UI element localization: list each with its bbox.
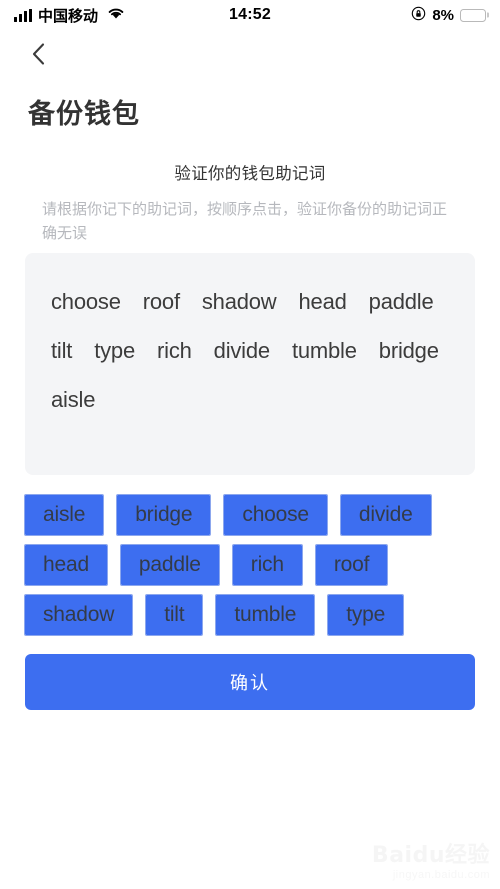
- word-chip[interactable]: shadow: [23, 594, 134, 636]
- word-chip[interactable]: tilt: [145, 594, 204, 636]
- nav-bar: [0, 34, 500, 74]
- word-chip[interactable]: aisle: [23, 494, 105, 536]
- intro-block: 验证你的钱包助记词 请根据你记下的助记词，按顺序点击，验证你备份的助记词正确无误: [42, 160, 458, 245]
- selected-word[interactable]: bridge: [379, 326, 439, 375]
- back-button[interactable]: [18, 36, 58, 72]
- word-chip[interactable]: divide: [339, 494, 432, 536]
- selected-word[interactable]: paddle: [369, 277, 434, 326]
- watermark-title: Baidu经验: [371, 843, 490, 868]
- selected-word[interactable]: shadow: [202, 277, 277, 326]
- battery-percent-label: 8%: [432, 6, 454, 24]
- selected-word[interactable]: tumble: [292, 326, 357, 375]
- selected-word[interactable]: rich: [157, 326, 192, 375]
- word-chip[interactable]: head: [24, 544, 108, 586]
- page-title: 备份钱包: [28, 99, 140, 130]
- wifi-icon: [104, 6, 125, 24]
- status-bar: 中国移动 14:52 8%: [0, 0, 500, 30]
- intro-heading: 验证你的钱包助记词: [174, 164, 326, 183]
- carrier-label: 中国移动: [38, 6, 99, 25]
- signal-bars-icon: [14, 8, 32, 22]
- word-chip[interactable]: tumble: [215, 594, 316, 636]
- word-chip[interactable]: paddle: [119, 544, 220, 586]
- status-bar-right: 8%: [411, 6, 489, 25]
- rotation-lock-icon: [411, 6, 426, 25]
- word-chip[interactable]: roof: [314, 544, 389, 586]
- status-bar-left: 中国移动: [14, 5, 125, 26]
- battery-icon: [460, 8, 489, 22]
- intro-subtitle: 请根据你记下的助记词，按顺序点击，验证你备份的助记词正确无误: [42, 200, 448, 242]
- word-bank: aisle bridge choose divide head paddle rich roo…: [23, 494, 477, 636]
- word-chip[interactable]: rich: [231, 544, 303, 586]
- selected-word[interactable]: head: [299, 277, 347, 326]
- word-chip[interactable]: choose: [223, 494, 328, 536]
- selected-word-list: choose roof shadow head paddle tilt type rich di…: [51, 277, 449, 424]
- selected-word[interactable]: choose: [51, 277, 121, 326]
- selected-word[interactable]: aisle: [51, 375, 95, 424]
- selected-mnemonic-panel: choose roof shadow head paddle tilt type rich di…: [25, 253, 475, 475]
- chevron-left-icon: [32, 43, 44, 65]
- selected-word[interactable]: type: [94, 326, 135, 375]
- word-chip[interactable]: type: [327, 594, 405, 636]
- selected-word[interactable]: divide: [214, 326, 270, 375]
- watermark: Baidu经验 jingyan.baidu.com: [340, 843, 490, 882]
- selected-word[interactable]: roof: [143, 277, 180, 326]
- confirm-button[interactable]: 确认: [25, 654, 475, 710]
- word-chip[interactable]: bridge: [116, 494, 212, 536]
- selected-word[interactable]: tilt: [51, 326, 72, 375]
- watermark-url: jingyan.baidu.com: [392, 869, 490, 881]
